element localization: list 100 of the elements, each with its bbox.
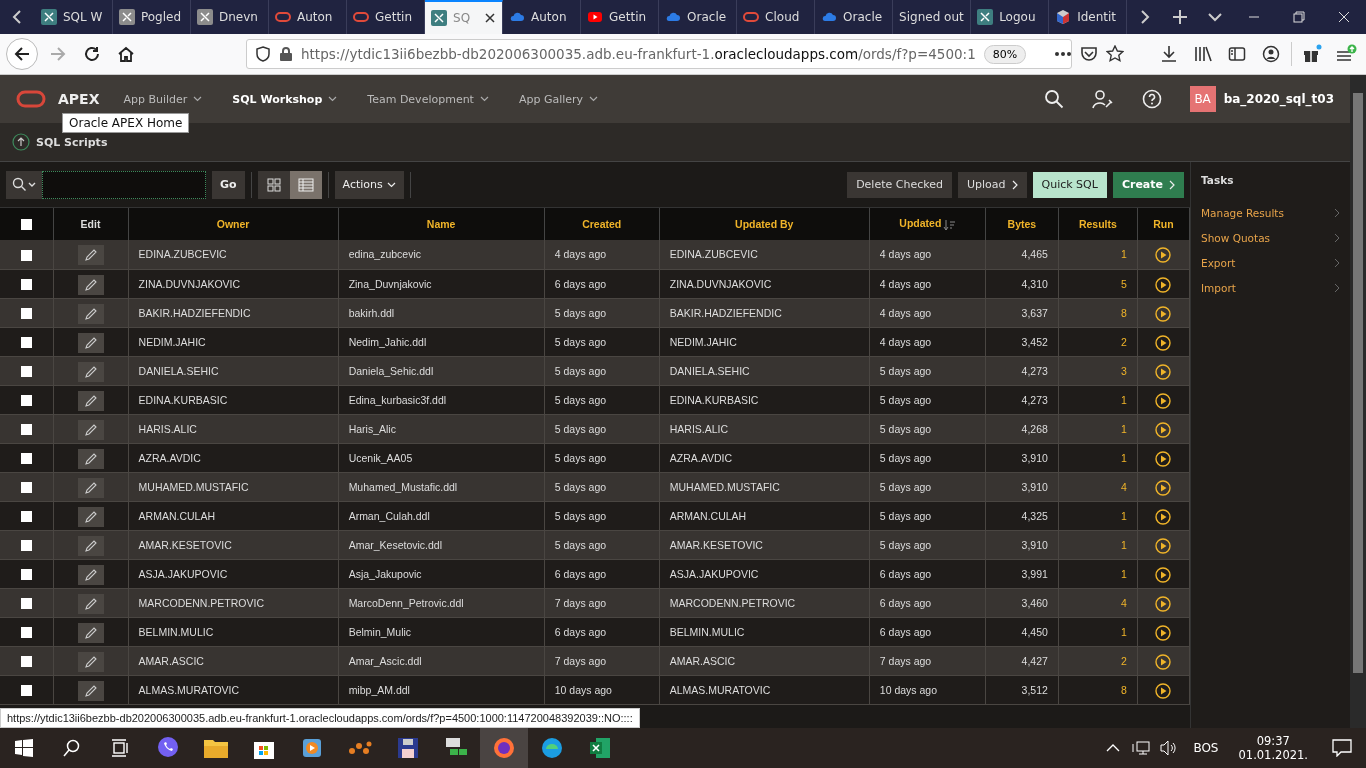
- row-checkbox[interactable]: [20, 656, 32, 668]
- row-checkbox[interactable]: [20, 424, 32, 436]
- help-icon[interactable]: [1141, 89, 1162, 109]
- pocket-icon[interactable]: [1080, 46, 1099, 62]
- row-checkbox[interactable]: [20, 685, 32, 697]
- row-checkbox[interactable]: [20, 482, 32, 494]
- search-field[interactable]: [42, 170, 206, 199]
- run-play-icon[interactable]: [1155, 392, 1172, 409]
- row-checkbox[interactable]: [20, 569, 32, 581]
- go-button[interactable]: Go: [212, 170, 245, 199]
- run-play-icon[interactable]: [1155, 653, 1172, 670]
- run-play-icon[interactable]: [1155, 334, 1172, 351]
- scrollbar[interactable]: [1350, 75, 1366, 728]
- run-play-icon[interactable]: [1155, 537, 1172, 554]
- edit-button[interactable]: [77, 680, 104, 701]
- ring-logo-icon[interactable]: [16, 89, 46, 109]
- clock-date[interactable]: 01.01.2021.: [1238, 748, 1308, 762]
- pencil-icon[interactable]: [83, 538, 98, 553]
- toolbar-button[interactable]: Create: [1112, 171, 1184, 198]
- back-icon[interactable]: [6, 38, 38, 70]
- pencil-icon[interactable]: [83, 509, 98, 524]
- toolbar-button[interactable]: Quick SQL: [1032, 171, 1107, 198]
- edit-button[interactable]: [77, 651, 104, 672]
- nav-menu-item[interactable]: Team Development: [367, 92, 489, 106]
- chevron-down-icon[interactable]: [193, 96, 203, 102]
- edit-button[interactable]: [77, 303, 104, 324]
- star-icon[interactable]: [1106, 45, 1125, 63]
- task-link[interactable]: Show Quotas: [1201, 225, 1340, 250]
- more-icon[interactable]: [1054, 51, 1073, 57]
- edit-button[interactable]: [77, 535, 104, 556]
- edit-button[interactable]: [77, 419, 104, 440]
- edit-button[interactable]: [77, 477, 104, 498]
- shield-icon[interactable]: [255, 46, 271, 62]
- pencil-icon[interactable]: [83, 654, 98, 669]
- report-view-button[interactable]: [289, 170, 322, 199]
- run-play-icon[interactable]: [1155, 247, 1172, 264]
- breadcrumb-title[interactable]: SQL Scripts: [36, 135, 108, 149]
- column-header[interactable]: Results: [1058, 208, 1138, 240]
- app-logo-text[interactable]: APEX: [58, 91, 100, 107]
- grid-view-button[interactable]: [257, 170, 290, 199]
- column-header[interactable]: Updated: [869, 208, 986, 240]
- column-header[interactable]: Updated By: [659, 208, 870, 240]
- user-name[interactable]: ba_2020_sql_t03: [1223, 92, 1334, 106]
- run-play-icon[interactable]: [1155, 421, 1172, 438]
- firefox-browser-icon[interactable]: [480, 728, 528, 768]
- column-header[interactable]: Created: [544, 208, 660, 240]
- pencil-icon[interactable]: [83, 364, 98, 379]
- edit-button[interactable]: [77, 622, 104, 643]
- run-play-icon[interactable]: [1155, 566, 1172, 583]
- row-checkbox[interactable]: [20, 511, 32, 523]
- pencil-icon[interactable]: [83, 335, 98, 350]
- close-icon[interactable]: [484, 12, 497, 24]
- sort-descending-icon[interactable]: [943, 218, 956, 231]
- run-play-icon[interactable]: [1155, 363, 1172, 380]
- pencil-icon[interactable]: [83, 277, 98, 292]
- run-play-icon[interactable]: [1155, 305, 1172, 322]
- run-play-icon[interactable]: [1155, 624, 1172, 641]
- toolbar-button[interactable]: Upload: [957, 171, 1027, 198]
- task-link[interactable]: Import: [1201, 275, 1340, 300]
- lock-icon[interactable]: [279, 46, 293, 62]
- search-icon[interactable]: [1043, 89, 1064, 109]
- pencil-icon[interactable]: [83, 248, 98, 263]
- row-checkbox[interactable]: [20, 249, 32, 261]
- select-all-checkbox[interactable]: [20, 219, 32, 231]
- row-checkbox[interactable]: [20, 395, 32, 407]
- pencil-icon[interactable]: [83, 567, 98, 582]
- language-indicator[interactable]: BOS: [1193, 741, 1219, 755]
- row-checkbox[interactable]: [20, 308, 32, 320]
- search-column-button[interactable]: [6, 170, 42, 199]
- run-play-icon[interactable]: [1155, 479, 1172, 496]
- run-play-icon[interactable]: [1155, 508, 1172, 525]
- row-checkbox[interactable]: [20, 540, 32, 552]
- zoom-level[interactable]: 80%: [983, 44, 1027, 64]
- pencil-icon[interactable]: [83, 480, 98, 495]
- pencil-icon[interactable]: [83, 393, 98, 408]
- clock-time[interactable]: 09:37: [1256, 734, 1290, 748]
- actions-menu-button[interactable]: Actions: [334, 170, 404, 199]
- chevron-down-icon[interactable]: [589, 96, 599, 102]
- grid-icon[interactable]: [266, 177, 281, 192]
- edit-button[interactable]: [77, 564, 104, 585]
- run-play-icon[interactable]: [1155, 595, 1172, 612]
- column-header[interactable]: Owner: [128, 208, 339, 240]
- nav-menu-item[interactable]: SQL Workshop: [232, 92, 338, 106]
- edit-button[interactable]: [77, 390, 104, 411]
- nav-menu-item[interactable]: App Gallery: [518, 92, 599, 106]
- row-checkbox[interactable]: [20, 337, 32, 349]
- edit-button[interactable]: [77, 448, 104, 469]
- column-header[interactable]: Name: [338, 208, 545, 240]
- pencil-icon[interactable]: [83, 683, 98, 698]
- edit-button[interactable]: [77, 274, 104, 295]
- row-checkbox[interactable]: [20, 598, 32, 610]
- pencil-icon[interactable]: [83, 451, 98, 466]
- pencil-icon[interactable]: [83, 306, 98, 321]
- row-checkbox[interactable]: [20, 366, 32, 378]
- column-header[interactable]: Run: [1137, 208, 1190, 240]
- edit-button[interactable]: [77, 593, 104, 614]
- edit-button[interactable]: [77, 361, 104, 382]
- edit-button[interactable]: [77, 506, 104, 527]
- edit-button[interactable]: [77, 332, 104, 353]
- pencil-icon[interactable]: [83, 625, 98, 640]
